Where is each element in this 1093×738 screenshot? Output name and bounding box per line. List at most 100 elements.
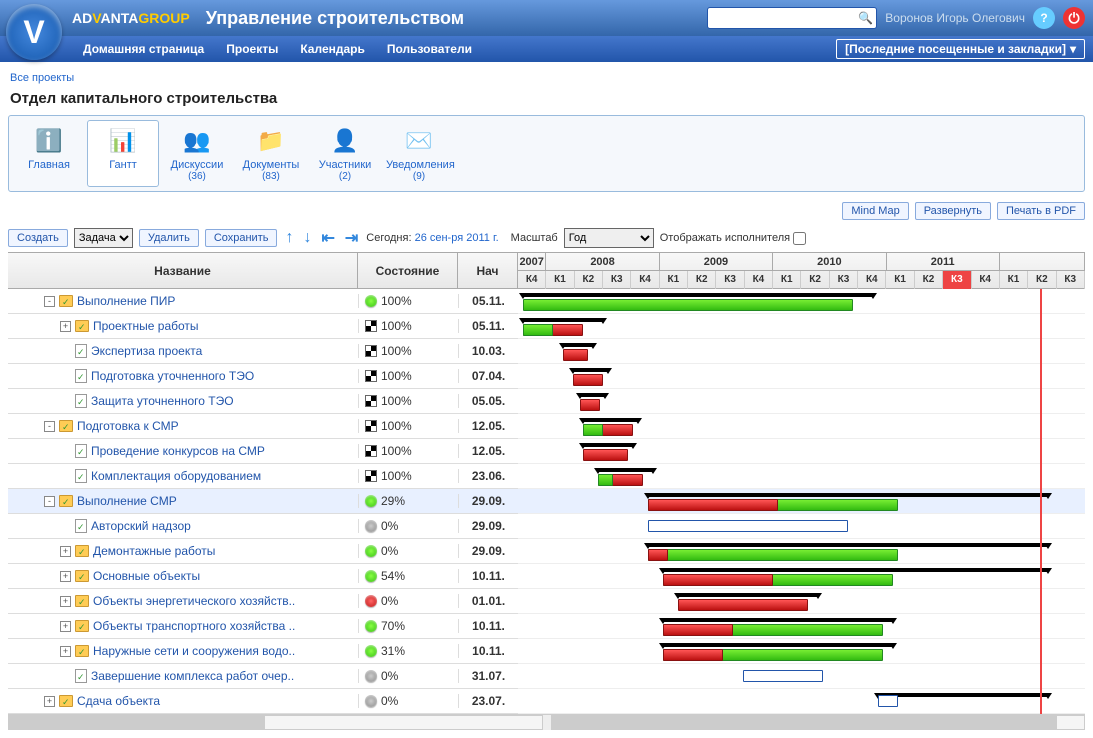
expand-button[interactable]: Развернуть [915,202,991,220]
show-performer-checkbox[interactable]: Отображать исполнителя [660,232,806,245]
gantt-bar[interactable] [580,393,605,397]
move-up-icon[interactable]: ↑ [283,229,295,247]
tool-tab-2[interactable]: 👥Дискуссии(36) [161,120,233,187]
tool-tab-1[interactable]: 📊Гантт [87,120,159,187]
tool-tab-3[interactable]: 📁Документы(83) [235,120,307,187]
create-type-select[interactable]: Задача [74,228,133,248]
tree-toggle-icon[interactable]: + [60,571,71,582]
gantt-bar[interactable] [663,574,773,586]
gantt-bar[interactable] [663,649,723,661]
table-row[interactable]: Проведение конкурсов на СМР 100% 12.05. [8,439,518,464]
page-title: Отдел капитального строительства [0,88,1093,115]
mindmap-button[interactable]: Mind Map [842,202,908,220]
gantt-bar[interactable] [663,568,1048,572]
tree-toggle-icon[interactable]: + [60,596,71,607]
horizontal-scrollbar[interactable] [8,714,1085,730]
gantt-bar[interactable] [648,520,848,532]
help-icon[interactable]: ? [1033,7,1055,29]
gantt-bar[interactable] [648,493,1048,497]
gantt-bar[interactable] [648,549,668,561]
gantt-bar[interactable] [573,368,608,372]
document-icon [75,519,87,533]
move-down-icon[interactable]: ↓ [301,229,313,247]
gantt-bar[interactable] [563,349,588,361]
bookmarks-dropdown[interactable]: [Последние посещенные и закладки] ▾ [836,39,1085,59]
gantt-bar[interactable] [663,618,893,622]
delete-button[interactable]: Удалить [139,229,199,247]
gantt-bar[interactable] [663,643,893,647]
gantt-bar[interactable] [523,293,873,297]
col-state-header[interactable]: Состояние [358,253,458,288]
table-row[interactable]: Защита уточненного ТЭО 100% 05.05. [8,389,518,414]
tool-tab-5[interactable]: ✉️Уведомления(9) [383,120,455,187]
menu-calendar[interactable]: Календарь [289,37,376,61]
table-row[interactable]: Подготовка уточненного ТЭО 100% 07.04. [8,364,518,389]
menu-home[interactable]: Домашняя страница [72,37,215,61]
scale-select[interactable]: Год [564,228,654,248]
gantt-bar[interactable] [743,670,823,682]
print-pdf-button[interactable]: Печать в PDF [997,202,1085,220]
gantt-bar[interactable] [583,424,603,436]
save-button[interactable]: Сохранить [205,229,278,247]
tool-tab-4[interactable]: 👤Участники(2) [309,120,381,187]
indent-icon[interactable]: ⇥ [343,228,360,248]
tree-toggle-icon[interactable]: + [60,621,71,632]
tool-tab-0[interactable]: ℹ️Главная [13,120,85,187]
table-row[interactable]: +Сдача объекта 0% 23.07. [8,689,518,714]
table-row[interactable]: +Проектные работы 100% 05.11. [8,314,518,339]
search-icon[interactable]: 🔍 [858,11,872,25]
table-row[interactable]: +Объекты транспортного хозяйства .. 70% … [8,614,518,639]
logout-icon[interactable]: ⏻ [1063,7,1085,29]
gantt-bar[interactable] [598,468,653,472]
table-row[interactable]: Комплектация оборудованием 100% 23.06. [8,464,518,489]
gantt-bar[interactable] [523,324,553,336]
table-row[interactable]: -Выполнение ПИР 100% 05.11. [8,289,518,314]
table-row[interactable]: -Выполнение СМР 29% 29.09. [8,489,518,514]
show-performer-input[interactable] [793,232,806,245]
create-button[interactable]: Создать [8,229,68,247]
table-row[interactable]: Авторский надзор 0% 29.09. [8,514,518,539]
tree-toggle-icon[interactable]: + [60,646,71,657]
tree-toggle-icon[interactable]: - [44,496,55,507]
gantt-bar[interactable] [580,399,600,411]
gantt-bar[interactable] [678,599,808,611]
document-icon [75,394,87,408]
menu-users[interactable]: Пользователи [376,37,483,61]
table-row[interactable]: +Объекты энергетического хозяйств.. 0% 0… [8,589,518,614]
gantt-bar[interactable] [573,374,603,386]
tree-toggle-icon[interactable]: + [60,321,71,332]
gantt-bar[interactable] [523,299,853,311]
tree-toggle-icon[interactable]: - [44,296,55,307]
table-row[interactable]: +Основные объекты 54% 10.11. [8,564,518,589]
gantt-bar[interactable] [648,499,778,511]
gantt-bar[interactable] [563,343,593,347]
search-box[interactable]: 🔍 [707,7,877,29]
gantt-bar[interactable] [523,318,603,322]
gantt-bar[interactable] [598,474,613,486]
gantt-bar[interactable] [663,624,733,636]
table-row[interactable]: Экспертиза проекта 100% 10.03. [8,339,518,364]
gantt-bar[interactable] [648,543,1048,547]
table-row[interactable]: Завершение комплекса работ очер.. 0% 31.… [8,664,518,689]
gantt-bar[interactable] [583,418,638,422]
user-link[interactable]: Воронов Игорь Олегович [885,11,1025,25]
col-start-header[interactable]: Нач [458,253,518,288]
gantt-bar[interactable] [583,449,628,461]
table-row[interactable]: -Подготовка к СМР 100% 12.05. [8,414,518,439]
menu-projects[interactable]: Проекты [215,37,289,61]
tree-toggle-icon[interactable]: - [44,421,55,432]
tree-toggle-icon[interactable]: + [44,696,55,707]
tree-toggle-icon[interactable]: + [60,546,71,557]
gantt-bar[interactable] [678,593,818,597]
outdent-icon[interactable]: ⇤ [319,228,336,248]
col-name-header[interactable]: Название [8,253,358,288]
table-row[interactable]: +Демонтажные работы 0% 29.09. [8,539,518,564]
breadcrumb-link[interactable]: Все проекты [10,72,74,84]
search-input[interactable] [712,12,858,24]
gantt-bar[interactable] [878,693,1048,697]
gantt-bar[interactable] [878,695,898,707]
gantt-bar[interactable] [583,443,633,447]
table-row[interactable]: +Наружные сети и сооружения водо.. 31% 1… [8,639,518,664]
gantt-bar[interactable] [648,549,898,561]
logo-icon[interactable]: V [6,4,62,60]
